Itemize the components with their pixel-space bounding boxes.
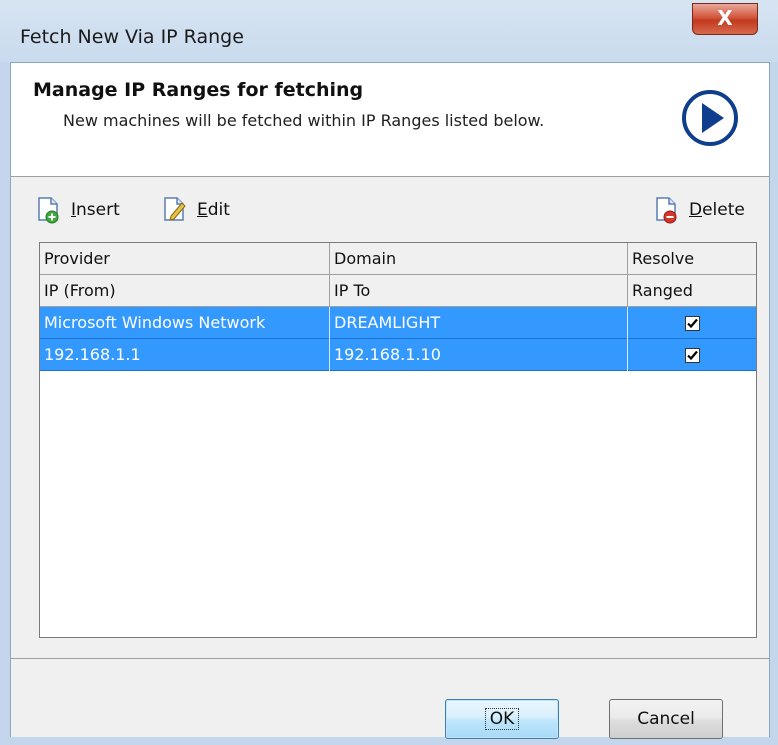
delete-button[interactable]: Delete — [655, 195, 745, 225]
resolve-checkbox[interactable] — [684, 315, 700, 331]
edit-document-icon — [164, 197, 186, 221]
delete-label: Delete — [689, 200, 745, 220]
header-subtitle: New machines will be fetched within IP R… — [63, 111, 545, 130]
dialog-client-area: Manage IP Ranges for fetching New machin… — [10, 62, 770, 739]
column-header[interactable]: Domain — [330, 243, 628, 275]
domain-cell[interactable]: DREAMLIGHT — [330, 307, 628, 339]
checkmark-icon — [686, 318, 698, 328]
window-border-left — [0, 62, 10, 745]
window-border-right — [770, 62, 778, 745]
edit-button[interactable]: Edit — [163, 195, 230, 225]
ranged-checkbox-cell[interactable] — [628, 339, 756, 371]
insert-label: Insert — [71, 200, 120, 220]
dialog-header: Manage IP Ranges for fetching New machin… — [11, 63, 769, 177]
column-header[interactable]: IP (From) — [40, 275, 330, 307]
ip-from-cell[interactable]: 192.168.1.1 — [40, 339, 330, 371]
close-button[interactable]: X — [692, 3, 758, 35]
column-header[interactable]: IP To — [330, 275, 628, 307]
edit-label: Edit — [197, 200, 230, 220]
ranged-checkbox[interactable] — [684, 347, 700, 363]
ip-range-grid[interactable]: Provider Domain Resolve IP (From) IP To … — [39, 242, 757, 638]
delete-document-icon — [656, 197, 677, 224]
close-icon: X — [717, 6, 733, 30]
column-header[interactable]: Provider — [40, 243, 330, 275]
insert-button[interactable]: Insert — [37, 195, 120, 225]
resolve-checkbox-cell[interactable] — [628, 307, 756, 339]
header-title: Manage IP Ranges for fetching — [33, 79, 364, 101]
column-header[interactable]: Ranged — [628, 275, 756, 307]
checkmark-icon — [686, 350, 698, 360]
column-header-row: IP (From) IP To Ranged — [40, 275, 756, 307]
dialog-footer: OK Cancel — [11, 658, 769, 739]
provider-cell[interactable]: Microsoft Windows Network — [40, 307, 330, 339]
table-row[interactable]: 192.168.1.1 192.168.1.10 — [40, 339, 756, 371]
window-title: Fetch New Via IP Range — [20, 26, 244, 48]
column-header[interactable]: Resolve — [628, 243, 756, 275]
ok-button[interactable]: OK — [445, 699, 559, 739]
ip-to-cell[interactable]: 192.168.1.10 — [330, 339, 628, 371]
title-bar[interactable]: Fetch New Via IP Range X — [0, 0, 778, 62]
table-row[interactable]: Microsoft Windows Network DREAMLIGHT — [40, 307, 756, 339]
cancel-button[interactable]: Cancel — [609, 699, 723, 739]
ok-label: OK — [484, 708, 520, 730]
insert-document-icon — [38, 197, 59, 224]
column-header-row: Provider Domain Resolve — [40, 243, 756, 275]
cancel-label: Cancel — [637, 709, 695, 729]
dialog-window: Fetch New Via IP Range X Manage IP Range… — [0, 0, 778, 745]
play-arrow-icon — [682, 90, 738, 146]
